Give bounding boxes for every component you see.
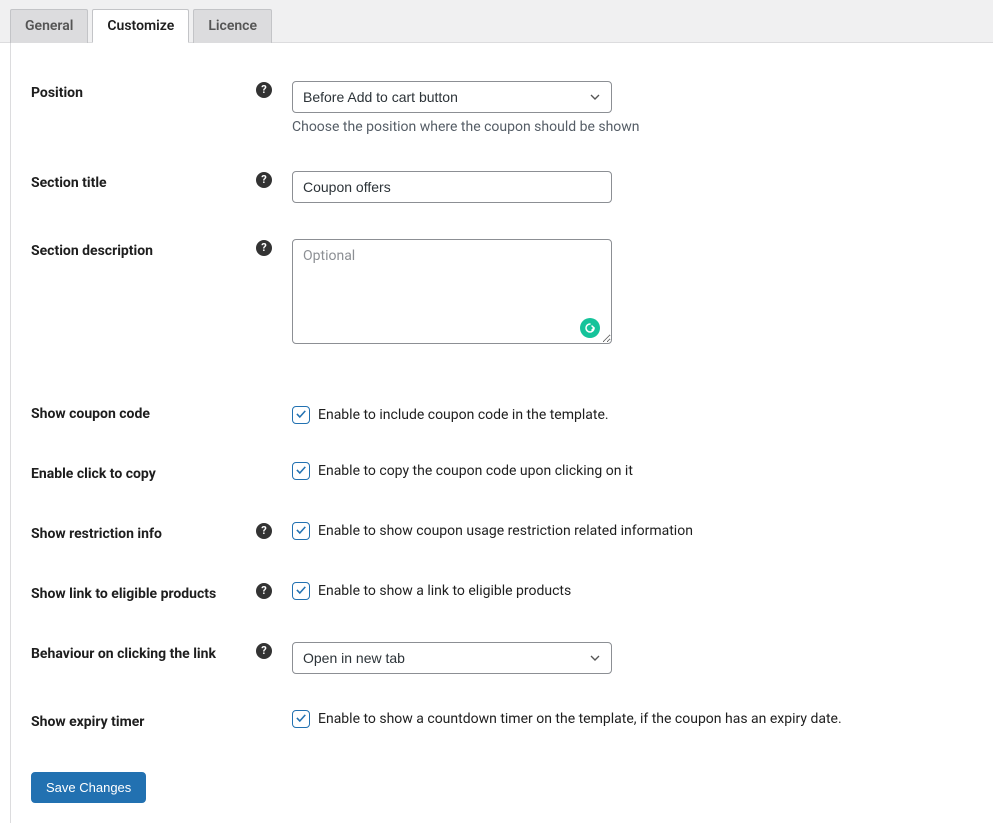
tab-customize[interactable]: Customize [92,9,189,43]
section-description-label: Section description [31,243,153,259]
show-link-eligible-text: Enable to show a link to eligible produc… [318,583,571,599]
show-coupon-code-checkbox[interactable] [292,406,310,424]
show-expiry-checkbox[interactable] [292,710,310,728]
show-restriction-checkbox[interactable] [292,522,310,540]
show-expiry-text: Enable to show a countdown timer on the … [318,711,842,727]
show-restriction-label: Show restriction info [31,526,162,542]
position-label: Position [31,85,83,101]
show-link-eligible-checkbox[interactable] [292,582,310,600]
enable-click-copy-label: Enable click to copy [31,466,156,482]
tab-general[interactable]: General [10,9,88,43]
tab-licence[interactable]: Licence [193,9,272,43]
save-button[interactable]: Save Changes [31,772,146,803]
section-title-input[interactable] [292,171,612,203]
position-select[interactable]: Before Add to cart button [292,81,612,113]
help-icon[interactable]: ? [256,523,272,539]
enable-click-copy-text: Enable to copy the coupon code upon clic… [318,463,633,479]
form-table: Position ? Before Add to cart button Cho… [31,63,983,752]
tab-bar: General Customize Licence [0,0,993,43]
show-coupon-code-text: Enable to include coupon code in the tem… [318,407,609,423]
help-icon[interactable]: ? [256,643,272,659]
section-description-input[interactable] [292,239,612,344]
help-icon[interactable]: ? [256,583,272,599]
show-expiry-label: Show expiry timer [31,714,144,730]
enable-click-copy-checkbox[interactable] [292,462,310,480]
show-restriction-text: Enable to show coupon usage restriction … [318,523,693,539]
help-icon[interactable]: ? [256,172,272,188]
help-icon[interactable]: ? [256,82,272,98]
settings-panel: Position ? Before Add to cart button Cho… [10,43,993,823]
show-coupon-code-label: Show coupon code [31,406,150,422]
behaviour-link-select[interactable]: Open in new tab [292,642,612,674]
behaviour-link-label: Behaviour on clicking the link [31,646,216,662]
show-link-eligible-label: Show link to eligible products [31,586,216,602]
section-title-label: Section title [31,175,107,191]
help-icon[interactable]: ? [256,240,272,256]
position-description: Choose the position where the coupon sho… [292,119,973,135]
